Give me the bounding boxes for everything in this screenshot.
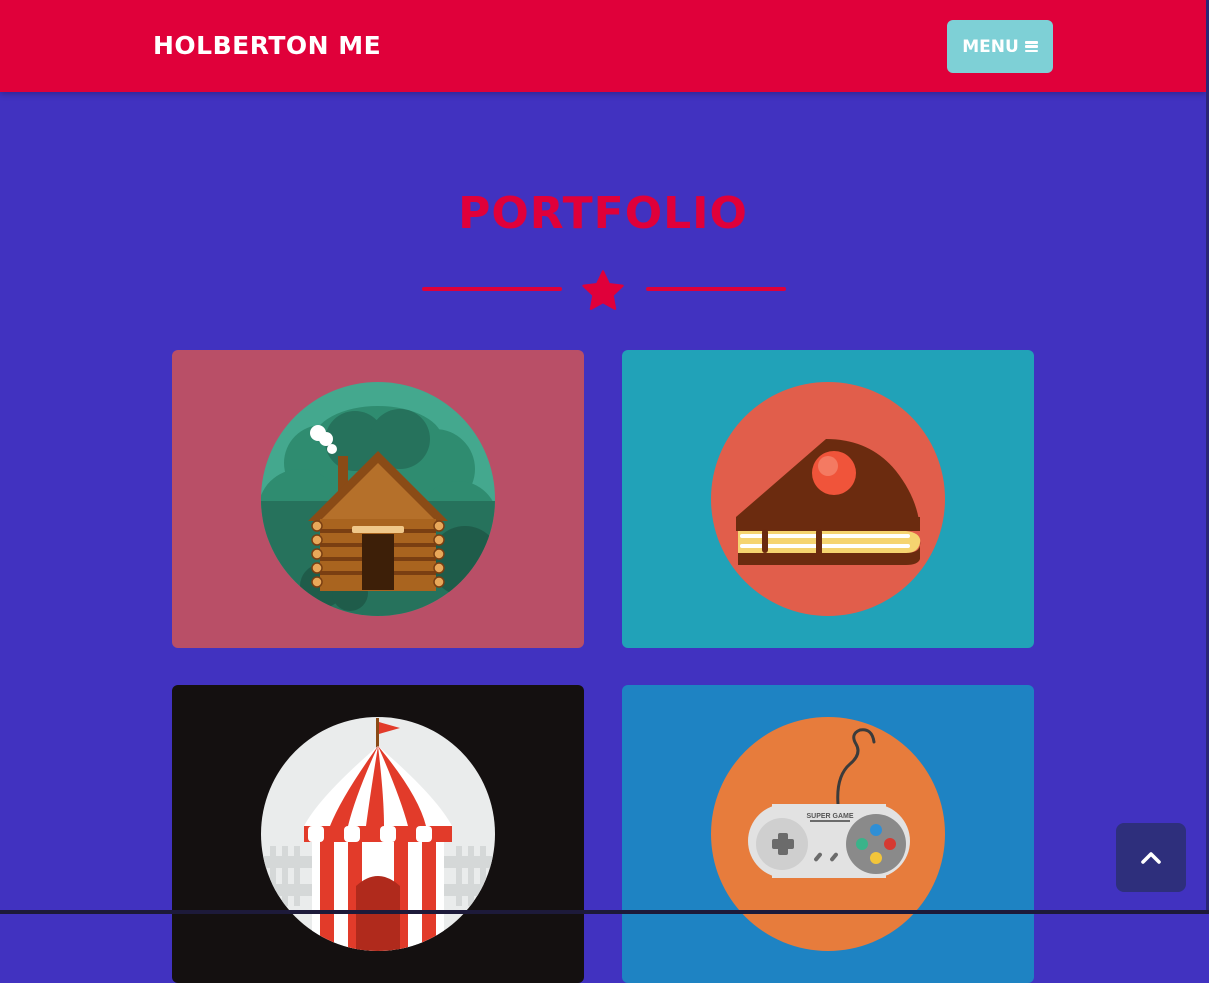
portfolio-item-circus[interactable] (172, 685, 584, 983)
portfolio-item-cake[interactable] (622, 350, 1034, 648)
portfolio-item-game[interactable]: SUPER GAME (622, 685, 1034, 983)
navbar: HOLBERTON ME MENU (0, 0, 1206, 92)
portfolio-title: PORTFOLIO (458, 188, 748, 239)
chevron-up-icon (1141, 851, 1161, 864)
window-bottom-edge (0, 910, 1209, 914)
divider-line-right (646, 287, 786, 291)
bars-icon (1024, 41, 1038, 52)
scroll-to-top-button[interactable] (1116, 823, 1186, 892)
controller-brand-text: SUPER GAME (806, 813, 853, 820)
cake-icon (711, 382, 945, 616)
circus-tent-icon (261, 717, 495, 951)
portfolio-item-cabin[interactable] (172, 350, 584, 648)
menu-button-label: MENU (962, 36, 1019, 57)
brand-link[interactable]: HOLBERTON ME (153, 28, 381, 64)
cabin-icon (261, 382, 495, 616)
menu-button[interactable]: MENU (947, 20, 1053, 73)
divider-line-left (422, 287, 562, 291)
star-icon (582, 270, 624, 310)
game-controller-icon: SUPER GAME (711, 717, 945, 951)
